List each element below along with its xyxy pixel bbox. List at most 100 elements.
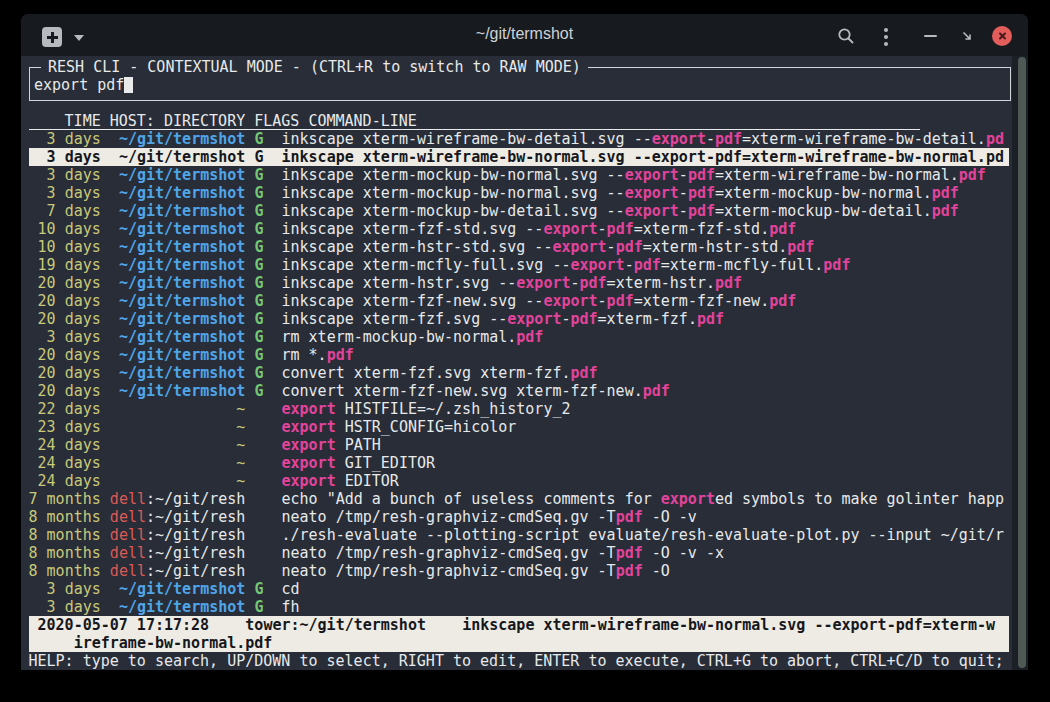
row-host: ~/git/termshot <box>110 346 246 364</box>
row-host: ~/git/termshot <box>110 328 246 346</box>
row-time: 3 days <box>29 598 101 616</box>
row-command: neato /tmp/resh-graphviz-cmdSeq.gv -Tpdf… <box>281 508 696 526</box>
row-flags: G <box>254 202 263 220</box>
row-time: 3 days <box>29 166 101 184</box>
restore-icon[interactable] <box>961 30 973 42</box>
row-time: 8 months <box>29 526 101 544</box>
row-flags: G <box>254 598 263 616</box>
row-time: 8 months <box>29 544 101 562</box>
row-flags: G <box>254 274 263 292</box>
row-flags: G <box>254 238 263 256</box>
row-host: ~/git/termshot <box>110 238 246 256</box>
row-time: 22 days <box>29 400 101 418</box>
detail-line-1: 2020-05-07 17:17:28tower:~/git/termshoti… <box>21 616 1028 634</box>
terminal-window: ~/git/termshot RESH CLI - CONTEXTUAL MOD… <box>21 14 1028 670</box>
table-header: TIME HOST: DIRECTORY FLAGS COMMAND-LINE <box>65 112 417 130</box>
scrollbar-handle[interactable] <box>1018 57 1026 668</box>
row-time: 7 months <box>29 490 101 508</box>
row-command: export GIT_EDITOR <box>281 454 435 472</box>
row-command: convert xterm-fzf.svg xterm-fzf.pdf <box>281 364 597 382</box>
row-command: inkscape xterm-mcfly-full.svg --export-p… <box>281 256 850 274</box>
minimize-icon[interactable] <box>924 35 937 37</box>
row-host: ~/git/termshot <box>110 130 246 148</box>
row-command: export HISTFILE=~/.zsh_history_2 <box>281 400 570 418</box>
row-host: ~ <box>110 454 246 472</box>
row-flags: G <box>254 310 263 328</box>
row-host: ~ <box>110 418 246 436</box>
row-host: ~/git/termshot <box>110 202 246 220</box>
row-time: 20 days <box>29 292 101 310</box>
row-command: export PATH <box>281 436 380 454</box>
row-time: 23 days <box>29 418 101 436</box>
row-host: ~ <box>110 472 246 490</box>
help-bar: HELP: type to search, UP/DOWN to select,… <box>29 652 1004 670</box>
row-time: 24 days <box>29 436 101 454</box>
row-host: ~ <box>110 400 246 418</box>
row-time: 3 days <box>29 148 101 166</box>
row-flags: G <box>254 220 263 238</box>
row-flags: G <box>254 364 263 382</box>
row-flags: G <box>254 382 263 400</box>
row-host: ~/git/termshot <box>110 166 246 184</box>
row-command: convert xterm-fzf-new.svg xterm-fzf-new.… <box>281 382 669 400</box>
row-command: export EDITOR <box>281 472 398 490</box>
row-host: dell:~/git/resh <box>110 508 246 526</box>
row-command: inkscape xterm-mockup-bw-detail.svg --ex… <box>281 202 958 220</box>
close-icon[interactable] <box>992 26 1012 46</box>
row-host: ~/git/termshot <box>110 292 246 310</box>
row-flags: G <box>254 148 263 166</box>
search-query-input[interactable]: export pdf <box>34 76 124 94</box>
row-host: ~/git/termshot <box>110 310 246 328</box>
menu-kebab-icon[interactable] <box>884 28 888 49</box>
row-flags: G <box>254 328 263 346</box>
row-host: ~/git/termshot <box>110 364 246 382</box>
row-host: ~/git/termshot <box>110 382 246 400</box>
row-time: 3 days <box>29 580 101 598</box>
row-host: ~/git/termshot <box>110 220 246 238</box>
row-time: 20 days <box>29 346 101 364</box>
detail-line-2: ireframe-bw-normal.pdf <box>74 634 273 652</box>
row-command: cd <box>281 580 299 598</box>
row-host: ~/git/termshot <box>110 580 246 598</box>
row-command: ./resh-evaluate --plotting-script evalua… <box>281 526 1003 544</box>
row-host: ~/git/termshot <box>110 256 246 274</box>
row-flags: G <box>254 130 263 148</box>
row-command: inkscape xterm-fzf-std.svg --export-pdf=… <box>281 220 796 238</box>
row-command: inkscape xterm-fzf-new.svg --export-pdf=… <box>281 292 796 310</box>
row-command: inkscape xterm-mockup-bw-normal.svg --ex… <box>281 166 985 184</box>
row-time: 7 days <box>29 202 101 220</box>
row-flags: G <box>254 346 263 364</box>
row-flags: G <box>254 292 263 310</box>
row-time: 3 days <box>29 328 101 346</box>
row-host: dell:~/git/resh <box>110 526 246 544</box>
row-command: neato /tmp/resh-graphviz-cmdSeq.gv -Tpdf… <box>281 562 669 580</box>
row-time: 10 days <box>29 220 101 238</box>
row-flags: G <box>254 580 263 598</box>
search-icon[interactable] <box>837 27 855 45</box>
row-host: ~/git/termshot <box>110 148 246 166</box>
screen: ~/git/termshot RESH CLI - CONTEXTUAL MOD… <box>0 0 1050 702</box>
terminal-content: RESH CLI - CONTEXTUAL MODE - (CTRL+R to … <box>21 56 1028 670</box>
row-time: 24 days <box>29 472 101 490</box>
row-command: inkscape xterm-wireframe-bw-detail.svg -… <box>281 130 1003 148</box>
row-time: 20 days <box>29 364 101 382</box>
row-command: rm xterm-mockup-bw-normal.pdf <box>281 328 543 346</box>
row-host: ~/git/termshot <box>110 598 246 616</box>
row-command: inkscape xterm-hstr-std.svg --export-pdf… <box>281 238 814 256</box>
row-time: 24 days <box>29 454 101 472</box>
titlebar[interactable]: ~/git/termshot <box>21 14 1028 56</box>
window-title: ~/git/termshot <box>21 25 1028 44</box>
row-time: 3 days <box>29 130 101 148</box>
row-time: 8 months <box>29 562 101 580</box>
row-flags: G <box>254 166 263 184</box>
row-command: inkscape xterm-fzf.svg --export-pdf=xter… <box>281 310 724 328</box>
row-flags: G <box>254 184 263 202</box>
row-command: inkscape xterm-wireframe-bw-normal.svg -… <box>281 148 1003 166</box>
row-host: dell:~/git/resh <box>110 490 246 508</box>
row-command: echo "Add a bunch of useless comments fo… <box>281 490 1003 508</box>
row-time: 8 months <box>29 508 101 526</box>
row-host: dell:~/git/resh <box>110 562 246 580</box>
row-command: inkscape xterm-hstr.svg --export-pdf=xte… <box>281 274 742 292</box>
row-time: 20 days <box>29 382 101 400</box>
row-time: 3 days <box>29 184 101 202</box>
